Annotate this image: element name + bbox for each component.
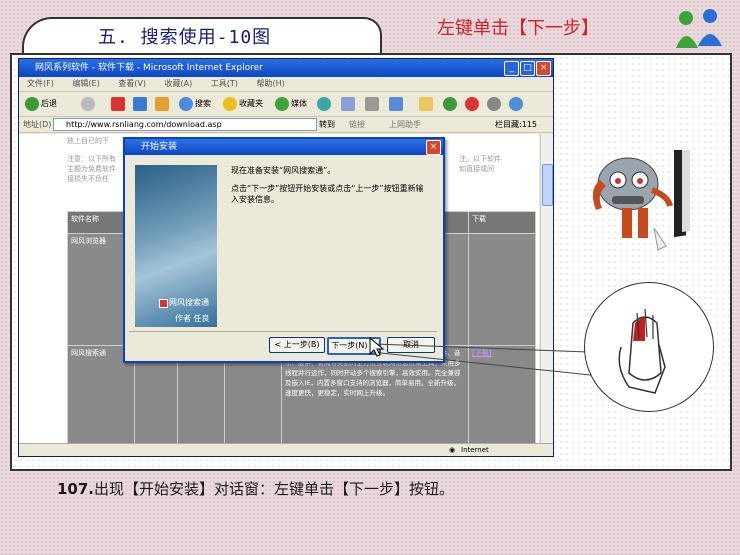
caption-text: 出现【开始安装】对话窗：左键单击【下一步】按钮。	[94, 480, 455, 498]
caption-number: 107.	[57, 480, 95, 498]
mouse-illustration	[584, 282, 714, 412]
hand-mouse-icon	[618, 308, 666, 394]
mouse-cursor-icon	[369, 336, 385, 357]
robot-mascot-icon	[592, 150, 690, 251]
slide-caption: 107.出现【开始安装】对话窗：左键单击【下一步】按钮。	[57, 478, 454, 499]
callout-lines	[371, 343, 601, 377]
